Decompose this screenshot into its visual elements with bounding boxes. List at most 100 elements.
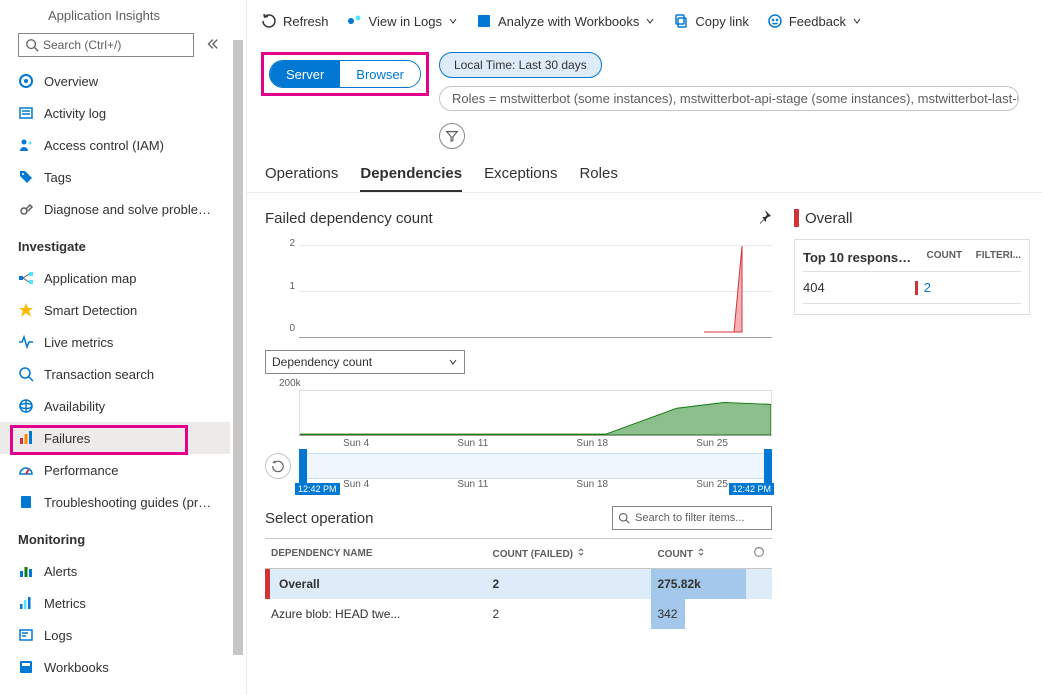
sidebar-search[interactable]: Search (Ctrl+/) (18, 33, 194, 57)
sidebar-item-metrics[interactable]: Metrics (0, 587, 230, 619)
availability-icon (18, 398, 34, 414)
dependency-count-chart[interactable]: 200k (265, 376, 772, 436)
overview-icon (18, 73, 34, 89)
tags-icon (18, 169, 34, 185)
dep-select-label: Dependency count (272, 355, 372, 369)
alerts-icon (18, 563, 34, 579)
table-row[interactable]: Azure blob: HEAD twe...2342 (265, 599, 772, 629)
refresh-button[interactable]: Refresh (261, 13, 329, 29)
sidebar-item-availability[interactable]: Availability (0, 390, 230, 422)
refresh-label: Refresh (283, 14, 329, 29)
response-code-row[interactable]: 4042 (803, 272, 1021, 304)
workbooks-icon (18, 659, 34, 675)
card-filter-header: FILTERI... (976, 250, 1021, 265)
search-icon (618, 512, 630, 524)
nav-label: Tags (44, 170, 71, 185)
card-title: Top 10 response ... (803, 250, 913, 265)
brush-handle-left[interactable] (299, 449, 307, 483)
overall-heading: Overall (805, 210, 853, 227)
analyze-label: Analyze with Workbooks (498, 14, 639, 29)
nav-label: Application map (44, 271, 137, 286)
card-count-header: COUNT (927, 250, 963, 265)
feedback-button[interactable]: Feedback (767, 13, 862, 29)
sidebar-item-smart-detection[interactable]: Smart Detection (0, 294, 230, 326)
sidebar: Application Insights Search (Ctrl+/) Ove… (0, 0, 230, 695)
sidebar-item-live-metrics[interactable]: Live metrics (0, 326, 230, 358)
nav-heading-investigate: Investigate (0, 231, 230, 262)
activity-log-icon (18, 105, 34, 121)
nav-label: Workbooks (44, 660, 109, 675)
pin-chart-button[interactable] (756, 209, 772, 228)
roles-filter[interactable]: Roles = mstwitterbot (some instances), m… (439, 86, 1019, 111)
sidebar-item-transaction-search[interactable]: Transaction search (0, 358, 230, 390)
feedback-label: Feedback (789, 14, 846, 29)
troubleshooting-guides-previ--icon (18, 494, 34, 510)
nav-heading-monitoring: Monitoring (0, 524, 230, 555)
sidebar-item-performance[interactable]: Performance (0, 454, 230, 486)
sidebar-item-troubleshooting-guides-previ-[interactable]: Troubleshooting guides (previ... (0, 486, 230, 518)
performance-icon (18, 462, 34, 478)
add-filter-button[interactable] (439, 123, 465, 149)
failed-dep-chart-title: Failed dependency count (265, 210, 433, 227)
copy-link-label: Copy link (695, 14, 748, 29)
sidebar-item-logs[interactable]: Logs (0, 619, 230, 651)
product-name: Application Insights (0, 8, 230, 33)
nav-label: Transaction search (44, 367, 154, 382)
nav-label: Alerts (44, 564, 77, 579)
sidebar-item-tags[interactable]: Tags (0, 161, 230, 193)
view-in-logs-label: View in Logs (369, 14, 442, 29)
operation-filter-placeholder: Search to filter items... (635, 512, 744, 524)
nav-label: Availability (44, 399, 105, 414)
dependency-table: DEPENDENCY NAME COUNT (FAILED) COUNT Ove… (265, 538, 772, 629)
analyze-workbooks-button[interactable]: Analyze with Workbooks (476, 13, 655, 29)
th-dependency-name[interactable]: DEPENDENCY NAME (265, 539, 486, 569)
tab-roles[interactable]: Roles (579, 165, 617, 192)
tab-operations[interactable]: Operations (265, 165, 338, 192)
nav-label: Logs (44, 628, 72, 643)
tab-exceptions[interactable]: Exceptions (484, 165, 557, 192)
sidebar-item-workbooks[interactable]: Workbooks (0, 651, 230, 683)
sidebar-scrollbar[interactable] (230, 0, 246, 695)
sidebar-item-overview[interactable]: Overview (0, 65, 230, 97)
sidebar-item-activity-log[interactable]: Activity log (0, 97, 230, 129)
nav-label: Diagnose and solve problems (44, 202, 212, 217)
table-row[interactable]: Overall2275.82k (265, 569, 772, 600)
highlight-box-segmented (261, 52, 429, 96)
nav-label: Live metrics (44, 335, 113, 350)
sidebar-item-application-map[interactable]: Application map (0, 262, 230, 294)
y-axis-ticks: 210 (281, 238, 295, 334)
top-response-card: Top 10 response ... COUNT FILTERI... 404… (794, 239, 1030, 315)
nav-label: Access control (IAM) (44, 138, 164, 153)
chevron-down-icon (448, 357, 458, 367)
nav-label: Troubleshooting guides (previ... (44, 495, 212, 510)
collapse-sidebar-button[interactable] (202, 37, 222, 54)
smart-detection-icon (18, 302, 34, 318)
tab-dependencies[interactable]: Dependencies (360, 165, 462, 192)
operation-filter-input[interactable]: Search to filter items... (612, 506, 772, 530)
metrics-icon (18, 595, 34, 611)
sidebar-item-access-control-iam-[interactable]: Access control (IAM) (0, 129, 230, 161)
th-count-failed[interactable]: COUNT (FAILED) (486, 539, 651, 569)
view-in-logs-button[interactable]: View in Logs (347, 13, 458, 29)
brush-handle-right[interactable] (764, 449, 772, 483)
overall-red-bar (794, 209, 799, 227)
brush-reset-button[interactable] (265, 453, 291, 479)
application-map-icon (18, 270, 34, 286)
failed-dependency-chart[interactable]: 210 (265, 238, 772, 348)
sidebar-item-diagnose-and-solve-problems[interactable]: Diagnose and solve problems (0, 193, 230, 225)
mini-x-ticks: Sun 4Sun 11Sun 18Sun 25 (299, 438, 772, 449)
live-metrics-icon (18, 334, 34, 350)
th-count[interactable]: COUNT (651, 539, 746, 569)
nav-label: Metrics (44, 596, 86, 611)
sidebar-item-alerts[interactable]: Alerts (0, 555, 230, 587)
nav-label: Performance (44, 463, 118, 478)
mini-y-label: 200k (279, 378, 301, 389)
dependency-count-select[interactable]: Dependency count (265, 350, 465, 374)
copy-link-button[interactable]: Copy link (673, 13, 748, 29)
command-bar: Refresh View in Logs Analyze with Workbo… (247, 0, 1042, 42)
main-pane: Refresh View in Logs Analyze with Workbo… (246, 0, 1042, 695)
th-refresh[interactable] (746, 539, 772, 569)
select-operation-title: Select operation (265, 510, 373, 527)
transaction-search-icon (18, 366, 34, 382)
time-range-pill[interactable]: Local Time: Last 30 days (439, 52, 602, 78)
